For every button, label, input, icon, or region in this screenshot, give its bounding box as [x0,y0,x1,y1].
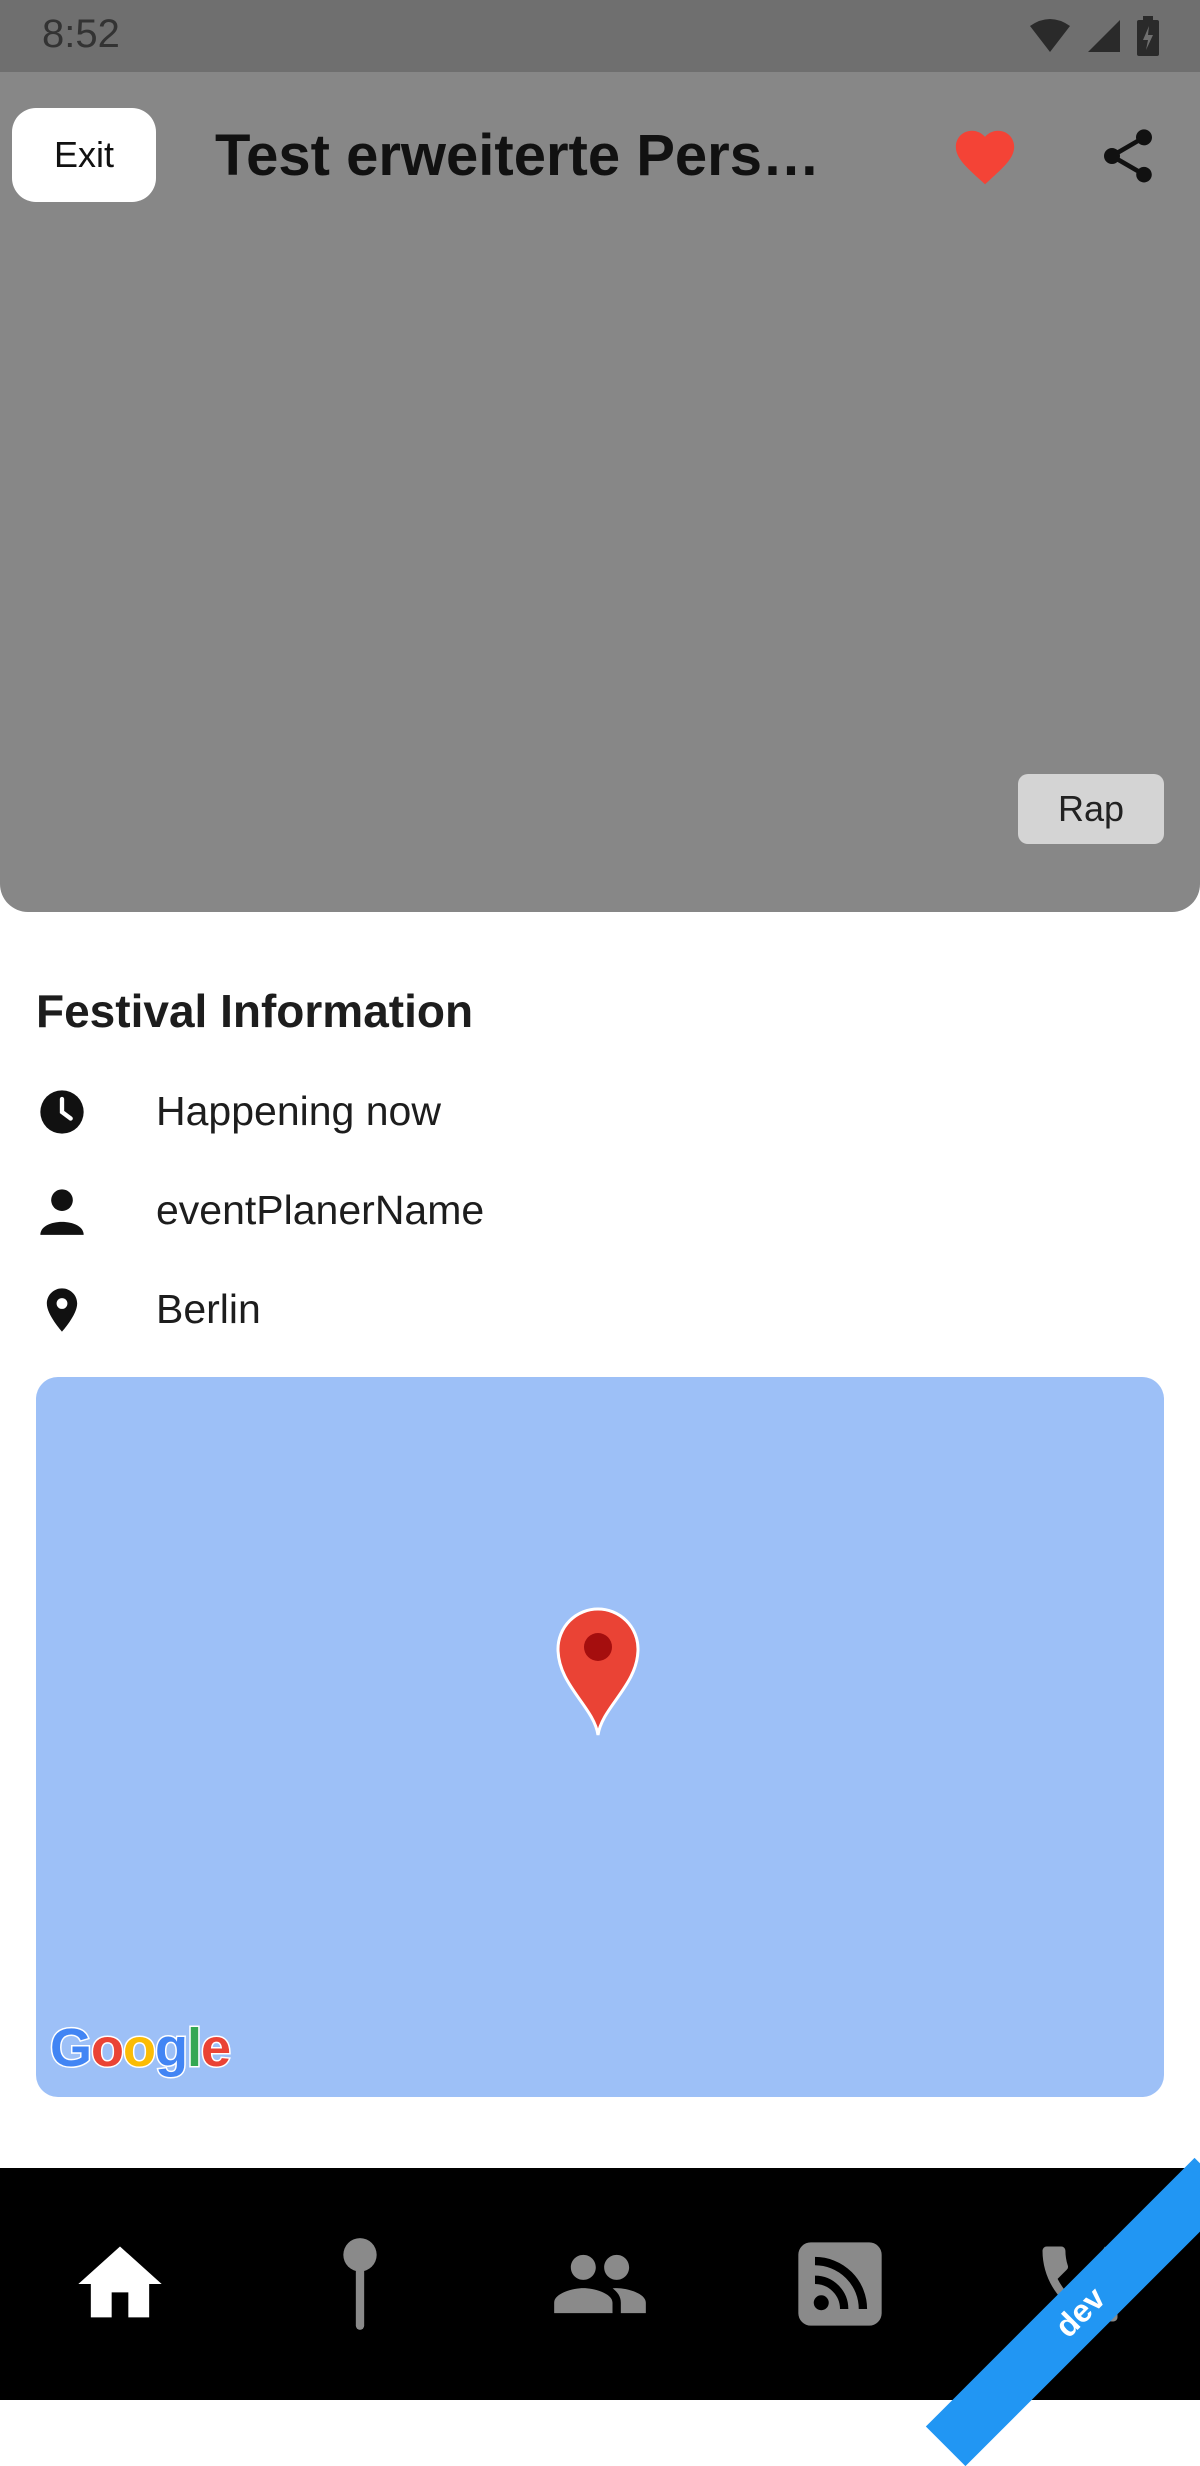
google-logo-letter: o [90,2017,126,2080]
google-logo-letter: g [154,2017,190,2080]
status-bar: 8:52 [0,0,1200,72]
time-status: Happening now [156,1088,441,1134]
map-marker-icon[interactable] [556,1607,640,1737]
section-title: Festival Information [36,985,474,1037]
location-map[interactable]: Google [36,1377,1164,2097]
event-title: Test erweiterte Perso… [215,123,855,188]
google-logo-letter: l [186,2017,204,2080]
bottom-navigation: dev [0,2157,1200,2466]
home-icon[interactable] [70,2234,170,2334]
status-icons [1028,16,1160,56]
google-logo-letter: G [48,2017,93,2080]
group-icon[interactable] [550,2234,650,2334]
info-row-organizer: eventPlanerName [36,1177,1136,1247]
location-pin-icon [46,1288,78,1332]
info-row-time: Happening now [36,1078,1136,1148]
organizer-name: eventPlanerName [156,1187,485,1233]
status-time: 8:52 [42,12,120,56]
person-icon [40,1189,84,1235]
battery-icon [1137,16,1159,56]
share-icon[interactable] [1096,124,1160,188]
heart-icon[interactable] [950,122,1020,192]
clock-icon [40,1090,84,1134]
google-logo: Google [48,2017,233,2080]
signal-icon [1088,20,1120,52]
exit-button[interactable]: Exit [12,108,156,202]
dev-ribbon: dev [925,2157,1200,2466]
google-logo-letter: e [200,2017,233,2080]
info-row-location: Berlin [36,1276,1136,1346]
rss-feed-icon[interactable] [790,2234,890,2334]
wifi-icon [1030,19,1070,52]
event-hero: Exit Test erweiterte Perso… Rap [0,72,1200,912]
pin-icon[interactable] [310,2234,410,2334]
location-name: Berlin [156,1286,261,1332]
genre-tag[interactable]: Rap [1018,774,1164,844]
google-logo-letter: o [122,2017,158,2080]
